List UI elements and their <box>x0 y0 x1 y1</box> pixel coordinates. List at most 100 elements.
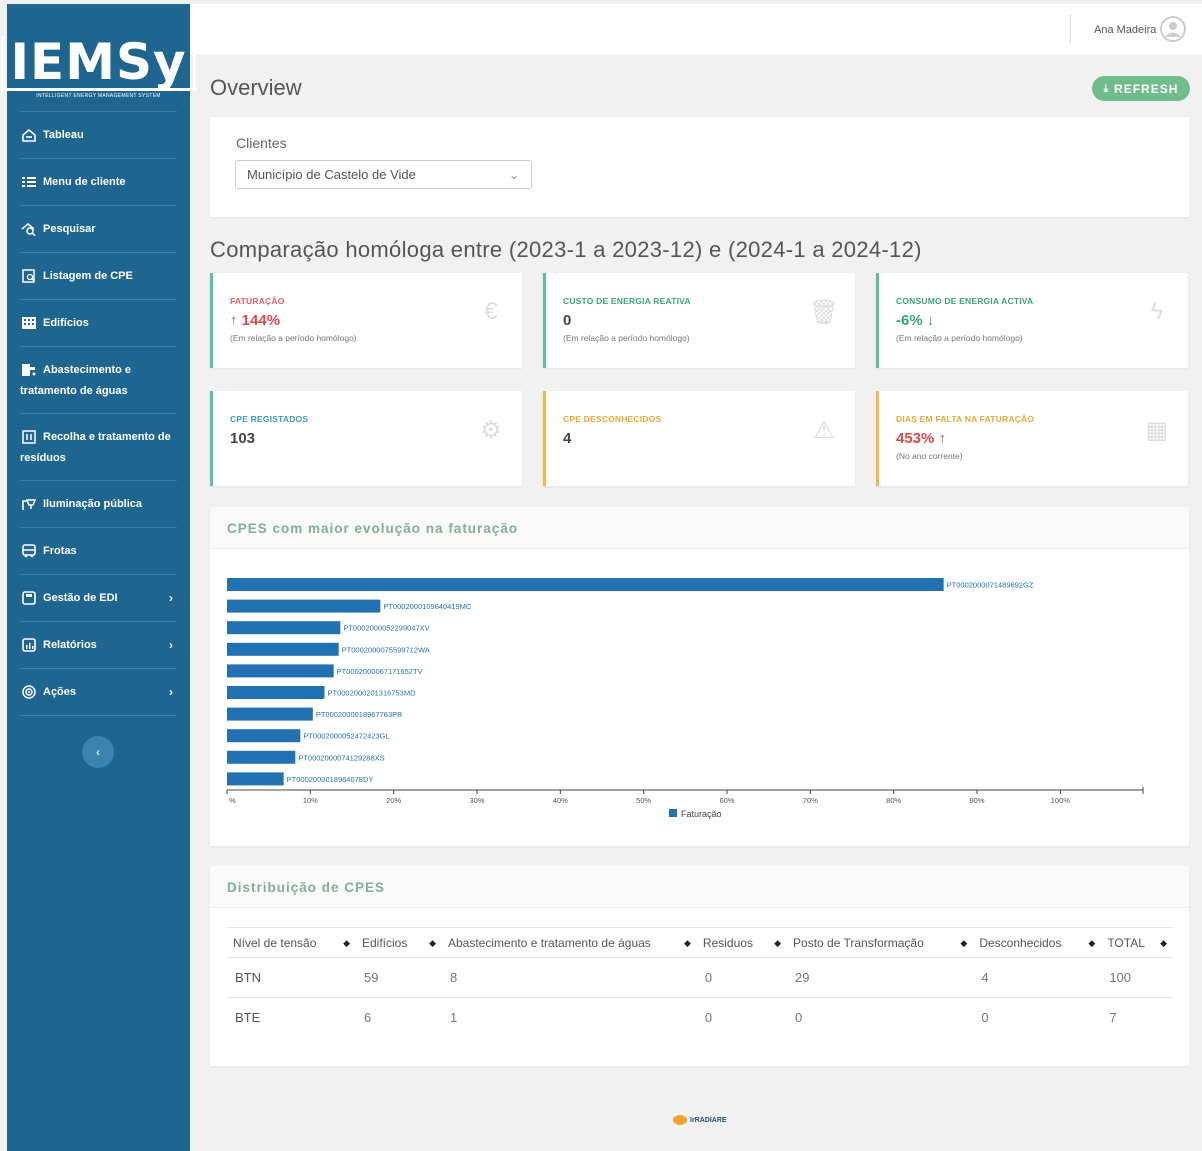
table-cell: 100 <box>1101 957 1173 998</box>
chart-x-tick-label: 100% <box>1051 796 1071 805</box>
sidebar-item-menu-de-cliente[interactable]: Menu de cliente <box>20 159 177 206</box>
sun-icon <box>673 1115 687 1125</box>
sort-icon: ◆ <box>343 937 350 948</box>
sidebar-item-relatorios[interactable]: Relatórios › <box>20 622 177 669</box>
table-cell: 1 <box>450 1010 458 1026</box>
chevron-down-icon: ⌄ <box>508 168 519 182</box>
chart-bar-label: PT0002000052299047XV <box>343 624 429 633</box>
chart-x-tick-label: 50% <box>636 796 651 805</box>
chart-x-tick-label: 80% <box>886 796 901 805</box>
sidebar-item-acoes[interactable]: Ações › <box>20 669 177 716</box>
chart-bar <box>227 686 325 699</box>
chart-bar <box>227 578 944 591</box>
street-light-icon <box>20 496 38 512</box>
sidebar-item-gestao-de-edi[interactable]: Gestão de EDI › <box>20 575 177 622</box>
sidebar-item-edificios[interactable]: Edifícios <box>20 300 177 347</box>
stat-value: 103 <box>230 430 256 447</box>
sidebar-item-listagem-de-cpe[interactable]: Listagem de CPE <box>20 253 177 300</box>
table-cell: 0 <box>981 1010 989 1026</box>
footer-logo: IrRADIARE <box>673 1115 727 1125</box>
brand-logo[interactable]: IEMSy INTELLIGENT ENERGY MANAGEMENT SYST… <box>1 4 196 112</box>
clients-select[interactable]: Município de Castelo de Vide ⌄ <box>235 160 532 189</box>
chart-bar-label: PT0002000052472423GL <box>303 732 389 741</box>
refresh-label: REFRESH <box>1114 81 1179 96</box>
lightning-icon: ϟ <box>1150 298 1164 325</box>
table-header-row: Nível de tensão ◆ Edifícios ◆ Abastecimento … <box>227 927 1173 958</box>
save-icon <box>20 590 38 606</box>
table-header-cell[interactable]: Posto de Transformação ◆ <box>787 927 974 958</box>
stat-label: CPE REGISTADOS <box>230 414 309 424</box>
sidebar-item-pesquisar[interactable]: Pesquisar <box>20 206 177 253</box>
table-header-cell[interactable]: Nível de tensão ◆ <box>227 927 356 958</box>
table-cell: 6 <box>364 1010 372 1026</box>
table-header-cell[interactable]: Desconhecidos ◆ <box>973 927 1102 958</box>
chart-bar-label: PT0002000109640419MC <box>383 602 472 611</box>
user-avatar-icon[interactable] <box>1160 16 1186 42</box>
sidebar: IEMSy INTELLIGENT ENERGY MANAGEMENT SYST… <box>1 4 196 1151</box>
sidebar-item-abastecimento-e-tratamento-de-aguas[interactable]: Abastecimento e tratamento de águas <box>20 347 177 414</box>
sidebar-item-label: Recolha e tratamento de resíduos <box>20 431 171 464</box>
table-header-cell[interactable]: Residuos ◆ <box>696 927 788 958</box>
chart-bar <box>227 772 284 786</box>
stat-value: 4 <box>563 430 572 447</box>
collapse-sidebar-button[interactable]: ‹ <box>82 736 114 768</box>
stat-label: CONSUMO DE ENERGIA ACTIVA <box>896 296 1034 306</box>
download-icon: ⤓ <box>1103 83 1110 94</box>
sidebar-item-label: Gestão de EDI <box>43 591 118 604</box>
stat-value: 0 <box>563 312 572 329</box>
table-cell: 0 <box>795 1010 803 1026</box>
chart-panel-title: CPES com maior evolução na faturação <box>227 521 519 536</box>
table-header-cell[interactable]: Edifícios ◆ <box>356 927 442 958</box>
user-name[interactable]: Ana Madeira <box>1094 24 1156 36</box>
sidebar-item-label: Listagem de CPE <box>43 269 133 282</box>
stat-card-cpe-registados: CPE REGISTADOS 103 ⚙ <box>210 391 522 486</box>
stat-card-dias-em-falta-na-faturacao: DIAS EM FALTA NA FATURAÇÃO 453% ↑ (No ano … <box>876 391 1188 486</box>
table-cell: BTE <box>235 1010 261 1026</box>
chart-x-tick-label: 20% <box>386 796 401 805</box>
sort-icon: ◆ <box>774 937 782 948</box>
document-search-icon <box>20 268 38 284</box>
list-icon <box>20 174 38 190</box>
sidebar-item-frotas[interactable]: Frotas <box>20 528 177 575</box>
table-header-label: Edifícios <box>362 935 408 950</box>
sidebar-item-iluminacao-publica[interactable]: Iluminação pública <box>20 481 177 528</box>
chart-legend-label: Faturação <box>681 809 722 819</box>
chart-x-tick-label: 10% <box>303 796 318 805</box>
distribution-table: Nível de tensão ◆ Edifícios ◆ Abastecimento … <box>227 927 1173 1038</box>
clients-card: Clientes Município de Castelo de Vide ⌄ <box>210 117 1189 217</box>
chart-legend-swatch <box>669 809 677 817</box>
comparison-title: Comparação homóloga entre (2023-1 a 2023… <box>210 237 922 262</box>
chart-x-tick-label: 40% <box>553 796 568 805</box>
stat-label: DIAS EM FALTA NA FATURAÇÃO <box>896 414 1035 424</box>
chevron-right-icon: › <box>169 638 173 652</box>
sidebar-item-label: Tableau <box>43 128 84 141</box>
stat-note: (No ano corrente) <box>896 451 963 461</box>
stat-note: (Em relação a período homólogo) <box>563 333 690 343</box>
stat-label: CUSTO DE ENERGIA REATIVA <box>563 296 691 306</box>
calendar-icon: ▦ <box>1145 416 1169 444</box>
table-header-cell[interactable]: Abastecimento e tratamento de águas ◆ <box>442 927 697 958</box>
refresh-button[interactable]: ⤓ REFRESH <box>1092 76 1190 101</box>
chart-x-tick-label: 90% <box>969 796 984 805</box>
trash-icon <box>20 429 38 445</box>
sidebar-item-tableau[interactable]: Tableau <box>20 112 177 159</box>
table-header-label: TOTAL <box>1107 935 1145 950</box>
bar-chart: PT0002000071489692GZ PT0002000109640419MC… <box>226 578 1144 819</box>
table-header-cell[interactable]: TOTAL ◆ <box>1101 927 1173 958</box>
table-header-label: Posto de Transformação <box>793 935 924 950</box>
chart-bar <box>227 621 341 635</box>
chart-bar-label: PT0002000067171652TV <box>337 667 423 676</box>
sidebar-item-recolha-e-tratamento-de-residuos[interactable]: Recolha e tratamento de resíduos <box>20 414 177 481</box>
euro-icon: € <box>484 298 498 325</box>
chart-bar-label: PT0002000201316753MD <box>328 689 417 698</box>
sort-icon: ◆ <box>684 937 691 948</box>
chart-x-tick-label: 60% <box>719 796 734 805</box>
footer-brand: IrRADIARE <box>690 1116 727 1124</box>
search-icon <box>20 221 38 237</box>
target-icon <box>20 684 38 700</box>
top-bar: Ana Madeira <box>190 4 1202 54</box>
sidebar-item-label: Frotas <box>43 544 77 557</box>
chart-bar-label: PT0002000071489692GZ <box>947 581 1034 590</box>
building-icon <box>20 315 38 331</box>
table-body: BTN 59 8 0 29 4 100 BTE 6 1 0 0 0 7 <box>227 957 1173 1038</box>
